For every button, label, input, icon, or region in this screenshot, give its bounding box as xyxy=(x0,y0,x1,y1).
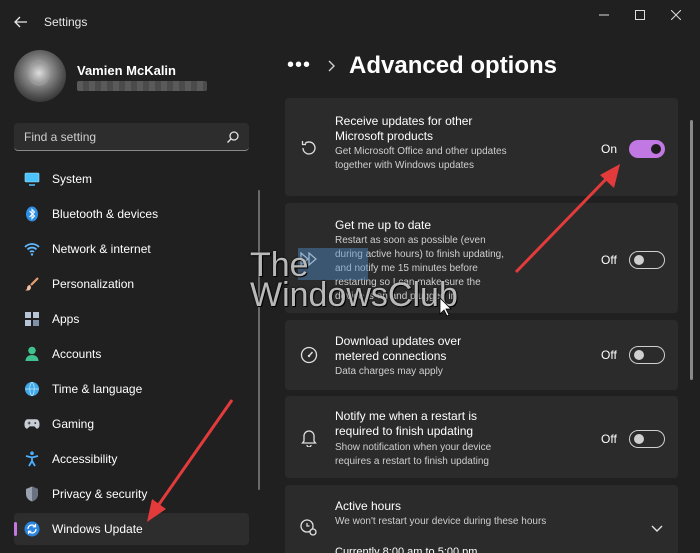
setting-card-metered-connections: Download updates over metered connection… xyxy=(285,320,678,390)
search-input[interactable]: Find a setting xyxy=(14,123,249,151)
sidebar-scrollbar[interactable] xyxy=(258,190,260,490)
sidebar-item-accessibility[interactable]: Accessibility xyxy=(14,443,249,475)
avatar-photo xyxy=(28,60,50,86)
toggle-knob xyxy=(634,255,644,265)
sidebar-item-label: Privacy & security xyxy=(52,487,148,501)
avatar[interactable] xyxy=(14,50,66,102)
chevron-right-icon xyxy=(328,60,335,72)
other-products-toggle[interactable] xyxy=(629,140,665,158)
close-icon xyxy=(671,10,681,20)
watermark-text-2: WindowsClub xyxy=(250,276,458,314)
sidebar-item-time-language[interactable]: Time & language xyxy=(14,373,249,405)
search-placeholder: Find a setting xyxy=(24,130,97,144)
toggle-knob xyxy=(651,144,661,154)
sidebar-item-apps[interactable]: Apps xyxy=(14,303,249,335)
user-email-redacted xyxy=(77,81,207,91)
sidebar-item-label: Bluetooth & devices xyxy=(52,207,159,221)
card-title: Download updates over metered connection… xyxy=(335,334,462,363)
card-description: We won't restart your device during thes… xyxy=(335,516,547,527)
sidebar-item-label: Accounts xyxy=(52,347,102,361)
minimize-button[interactable] xyxy=(586,6,622,24)
clock-gear-icon xyxy=(299,518,319,538)
sidebar-item-personalization[interactable]: Personalization xyxy=(14,268,249,300)
sidebar-item-label: Accessibility xyxy=(52,452,118,466)
toggle-state-label: Off xyxy=(601,253,617,267)
back-arrow-icon xyxy=(14,16,27,28)
sidebar-item-windows-update[interactable]: Windows Update xyxy=(14,513,249,545)
sidebar-item-label: Time & language xyxy=(52,382,143,396)
sidebar-item-label: Windows Update xyxy=(52,522,143,536)
card-description: Show notification when your device requi… xyxy=(335,442,492,467)
maximize-button[interactable] xyxy=(622,6,658,24)
sidebar-item-label: System xyxy=(52,172,93,186)
breadcrumb-more-button[interactable]: ••• xyxy=(287,54,311,77)
sidebar-item-network[interactable]: Network & internet xyxy=(14,233,249,265)
watermark: The WindowsClub xyxy=(250,246,458,316)
bell-icon xyxy=(299,428,319,448)
sidebar-item-system[interactable]: System xyxy=(14,163,249,195)
sidebar-item-bluetooth[interactable]: Bluetooth & devices xyxy=(14,198,249,230)
setting-card-other-products: Receive updates for other Microsoft prod… xyxy=(285,98,678,196)
card-description: Get Microsoft Office and other updates t… xyxy=(335,146,507,171)
chevron-down-icon[interactable] xyxy=(651,525,663,533)
toggle-knob xyxy=(634,434,644,444)
toggle-state-label: On xyxy=(601,142,618,156)
sidebar-item-label: Personalization xyxy=(52,277,135,291)
sidebar-item-accounts[interactable]: Accounts xyxy=(14,338,249,370)
toggle-state-label: Off xyxy=(601,348,617,362)
user-name: Vamien McKalin xyxy=(77,63,176,78)
gamepad-icon xyxy=(24,416,40,432)
back-button[interactable] xyxy=(10,11,32,33)
sidebar-item-label: Gaming xyxy=(52,417,95,431)
card-title: Receive updates for other Microsoft prod… xyxy=(335,114,473,143)
accessibility-icon xyxy=(24,451,40,467)
search-icon xyxy=(227,131,239,143)
card-description: Data charges may apply xyxy=(335,366,443,377)
page-title: Advanced options xyxy=(349,52,558,79)
setting-card-active-hours[interactable]: Active hours We won't restart your devic… xyxy=(285,485,678,553)
setting-card-notify-restart: Notify me when a restart is required to … xyxy=(285,396,678,478)
active-hours-current: Currently 8:00 am to 5:00 pm xyxy=(335,546,478,553)
bluetooth-icon xyxy=(24,206,40,222)
apps-grid-icon xyxy=(24,311,40,327)
sidebar-item-privacy-security[interactable]: Privacy & security xyxy=(14,478,249,510)
card-title: Get me up to date xyxy=(335,218,432,232)
gauge-icon xyxy=(299,345,319,365)
title-bar: Settings xyxy=(0,0,700,44)
main-scrollbar[interactable] xyxy=(690,120,693,380)
sidebar-item-gaming[interactable]: Gaming xyxy=(14,408,249,440)
wifi-icon xyxy=(24,241,40,257)
toggle-state-label: Off xyxy=(601,432,617,446)
card-title: Notify me when a restart is required to … xyxy=(335,409,478,438)
get-up-to-date-toggle[interactable] xyxy=(629,251,665,269)
toggle-knob xyxy=(634,350,644,360)
active-indicator xyxy=(14,522,17,536)
refresh-icon xyxy=(299,138,319,158)
minimize-icon xyxy=(599,14,609,16)
close-button[interactable] xyxy=(658,6,694,24)
metered-connections-toggle[interactable] xyxy=(629,346,665,364)
person-icon xyxy=(24,346,40,362)
globe-icon xyxy=(24,381,40,397)
app-title: Settings xyxy=(44,15,88,29)
sidebar-item-label: Apps xyxy=(52,312,80,326)
sidebar-nav: System Bluetooth & devices Network & int… xyxy=(14,163,249,548)
maximize-icon xyxy=(635,10,645,20)
shield-icon xyxy=(24,486,40,502)
notify-restart-toggle[interactable] xyxy=(629,430,665,448)
sync-icon xyxy=(24,521,40,537)
card-title: Active hours xyxy=(335,499,402,513)
brush-icon xyxy=(24,276,40,292)
sidebar-item-label: Network & internet xyxy=(52,242,151,256)
monitor-icon xyxy=(24,171,40,187)
